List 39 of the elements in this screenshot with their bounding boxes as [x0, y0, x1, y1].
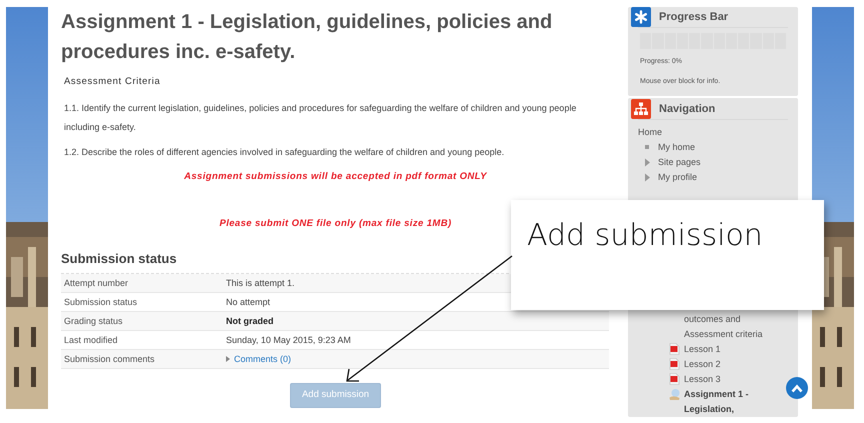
table-cell-text: This is attempt 1. [226, 276, 295, 290]
course-item[interactable]: outcomes and Assessment criteria [684, 312, 779, 342]
comments-link[interactable]: Comments (0) [234, 352, 292, 366]
nav-item[interactable]: Home [638, 125, 788, 140]
table-cell-text: Attempt number [63, 276, 130, 290]
bullet-icon [643, 143, 652, 152]
callout-text: Add submission [527, 217, 763, 255]
section-heading: Submission status [61, 250, 178, 266]
course-item[interactable]: Lesson 2 [684, 357, 779, 372]
expand-arrow-icon[interactable] [226, 356, 230, 362]
table-cell-text: No attempt [226, 296, 270, 309]
table-cell-text: Grading status [63, 314, 124, 328]
table-cell-text: Submission comments [63, 352, 156, 366]
table-cell-text: Last modified [63, 334, 119, 347]
sitemap-icon [631, 99, 651, 119]
course-item[interactable]: Lesson 3 [684, 372, 779, 387]
criteria-text: 1.2. Describe the roles of different agencies involved in safeguarding the welfare of children and young people. [64, 146, 506, 160]
block-title: Progress Bar [659, 10, 728, 25]
nav-item[interactable]: Site pages [658, 155, 701, 170]
scroll-to-top-button[interactable] [786, 377, 808, 399]
pdf-file-icon [669, 373, 680, 385]
criteria-text: 1.1. Identify the current legislation, guidelines, policies and procedures for safeguarding the welfare of children and young people including e-safety. [64, 102, 578, 134]
asterisk-icon [631, 7, 651, 27]
nav-item[interactable]: My home [658, 140, 696, 155]
pdf-file-icon [669, 343, 680, 355]
table-cell-text: Sunday, 10 May 2015, 9:23 AM [226, 334, 351, 347]
table-cell-text: Submission status [63, 296, 138, 309]
nav-item[interactable]: My profile [658, 170, 698, 185]
block-title: Navigation [659, 102, 716, 117]
notice-text: Assignment submissions will be accepted in pdf format ONLY [183, 170, 488, 184]
assignment-icon [669, 388, 680, 400]
course-item[interactable]: Lesson 1 [684, 342, 779, 357]
table-cell-text: Not graded [226, 314, 274, 328]
chevron-up-icon [791, 384, 803, 392]
pdf-file-icon [669, 358, 680, 370]
notice-text: Please submit ONE file only (max file size 1MB) [218, 216, 453, 230]
assignment-title: Assignment 1 - Legislation, guidelines, policies and procedures inc. e-safety. [61, 10, 554, 65]
criteria-heading: Assessment Criteria [64, 75, 162, 89]
course-item[interactable]: Assignment 1 - Legislation, [684, 387, 779, 417]
